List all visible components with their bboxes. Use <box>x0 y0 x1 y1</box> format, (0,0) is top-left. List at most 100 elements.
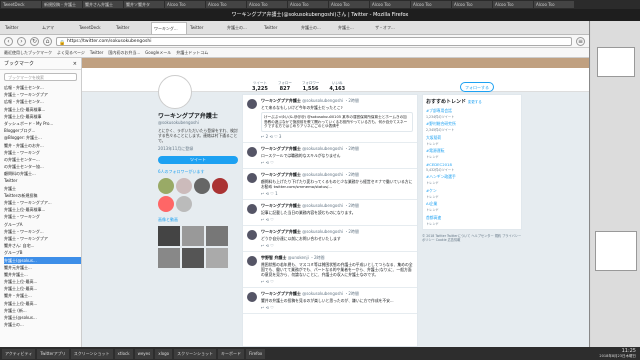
browser-tab[interactable]: ザ・オフ... <box>373 22 409 34</box>
tweet-actions[interactable]: ↩ ⟲ ♡ <box>261 305 413 310</box>
bookmark-item[interactable]: 蟹井・弁護士... <box>4 292 81 299</box>
bookmark-item[interactable]: 弁護士 <box>4 185 81 192</box>
photo-thumbnail[interactable] <box>182 226 204 246</box>
taskbar-item[interactable]: Firefox <box>245 348 266 359</box>
taskbar-item[interactable]: スクリーンショット <box>70 348 113 359</box>
taskbar-item[interactable]: アクティビティ <box>2 348 36 359</box>
browser-tab[interactable]: Twitter <box>114 22 150 34</box>
bookmark-item[interactable]: 弁護士上位-最高... <box>4 278 81 285</box>
taskbar-item[interactable]: Twitterアプリ <box>37 348 69 359</box>
footer-links[interactable]: © 2018 Twitter Twitterについて ヘルプセンター 規約 プラ… <box>422 234 522 242</box>
os-window-tab[interactable]: Alcoo Tso <box>452 1 492 8</box>
os-window-tab[interactable]: Alcoo Tso <box>288 1 328 8</box>
photo-thumbnail[interactable] <box>158 226 180 246</box>
photos-link[interactable]: 画像と動画 <box>158 217 238 223</box>
avatar[interactable] <box>247 146 257 157</box>
bookmark-item[interactable]: 弁護士 (新... <box>4 307 81 314</box>
browser-tab[interactable]: 弁護士... <box>336 22 372 34</box>
bookmark-toolbar-item[interactable]: よく見るページ <box>57 50 85 56</box>
taskbar-item[interactable]: キーボード <box>217 348 244 359</box>
bookmark-item[interactable]: 弁護士上位-最高... <box>4 285 81 292</box>
tweet[interactable]: ワーキングプア弁護士 @sokusokubengoshi ・2時間 どうか自分達に… <box>243 226 417 252</box>
trend-item[interactable]: #ケン トレンド <box>426 188 518 199</box>
bookmark-item[interactable]: 広報・弁護士センタ... <box>4 84 81 91</box>
bookmark-item[interactable]: 弁護士上位-最高検事... <box>4 206 81 213</box>
os-window-tab[interactable]: Alcoo Tso <box>165 1 205 8</box>
bookmark-item[interactable]: 蟹井さん: 自宅... <box>4 242 81 249</box>
profile-stat[interactable]: ツイート 3,225 <box>252 81 268 92</box>
bookmark-item[interactable]: 弁護士の... <box>4 321 81 328</box>
browser-tab[interactable]: Twitter <box>188 22 224 34</box>
profile-stat[interactable]: フォロワー 1,556 <box>302 81 320 92</box>
tweet-actions[interactable]: ↩ ⟲ ♡ <box>261 217 413 222</box>
bookmark-toolbar-item[interactable]: 国内初のお弁当... <box>108 50 140 56</box>
browser-tab[interactable]: ワーキング... <box>151 22 187 34</box>
trend-item[interactable]: AI企業 トレンド <box>426 201 518 212</box>
followers-you-know-link[interactable]: 6人のフォロワーがいます <box>158 169 238 175</box>
url-bar[interactable]: 🔒 https://twitter.com/sokusokubengoshi <box>56 36 572 46</box>
taskbar-item[interactable]: weyes <box>134 348 154 359</box>
os-window-tab[interactable]: Alcoo Tso <box>534 1 574 8</box>
screenshot-window[interactable] <box>595 231 637 271</box>
bookmark-item[interactable]: 弁護士・ワーキングプア <box>4 235 81 242</box>
tweet-to-button[interactable]: ツイート <box>158 156 238 164</box>
bookmark-toolbar-item[interactable]: 弁護士ドットコム <box>176 50 208 56</box>
bookmark-item[interactable]: 弁護士・ワーキングプア <box>4 91 81 98</box>
bookmark-item[interactable]: 蟹井・弁護士のお弁... <box>4 142 81 149</box>
avatar[interactable] <box>247 291 257 302</box>
photo-thumbnail[interactable] <box>182 248 204 268</box>
tweet-handle[interactable]: @unokenji ・2時間 <box>288 255 325 260</box>
tweet-actions[interactable]: ↩ ⟲ ♡ 1 <box>261 191 413 196</box>
reload-button[interactable]: ↻ <box>30 36 39 46</box>
quoted-tweet[interactable]: けーぶぶ<ゆい(&.@@@) @sokusokuu00105 某市の運営保育所保… <box>261 112 413 132</box>
tweet[interactable]: ワーキングプア弁護士 @sokusokubengoshi ・2時間 ロースクールで… <box>243 143 417 169</box>
os-window-tab[interactable]: 新規投稿 - 弁護士 <box>42 1 82 8</box>
bookmark-item[interactable]: 弁護士・ワーキング <box>4 213 81 220</box>
bookmark-item[interactable]: の弁護士センター協... <box>4 163 81 170</box>
bookmark-item[interactable]: 広報・弁護士センタ... <box>4 98 81 105</box>
avatar[interactable] <box>176 196 192 212</box>
os-window-tab[interactable]: Alcoo Tso <box>370 1 410 8</box>
tweet-actions[interactable]: ↩ ⟲ ♡ <box>261 279 413 284</box>
bookmark-toolbar-item[interactable]: 最近使用したブックマーク <box>4 50 52 56</box>
bookmark-item[interactable]: 弁護士上位-最高検事... <box>4 106 81 113</box>
tweet[interactable]: 宇野智 弁護士 @unokenji ・2時間 貧困状態の若年層も、マスコミ等は貧困… <box>243 252 417 288</box>
bookmark-toolbar-item[interactable]: Twitter <box>90 50 103 55</box>
clock[interactable]: 11:25 2018年8月23日木曜日 <box>599 348 640 359</box>
close-icon[interactable]: × <box>73 58 77 70</box>
bookmark-item[interactable]: Bloggerブログ... <box>4 127 81 134</box>
bookmark-item[interactable]: 弁護士(@sokus... <box>4 314 81 321</box>
tweet-handle[interactable]: @sokusokubengoshi ・2時間 <box>302 291 359 296</box>
bookmark-item[interactable]: 弁護士・ワーキングプア... <box>4 199 81 206</box>
bookmark-item[interactable]: 蟹井弁護士... <box>4 271 81 278</box>
bookmark-item[interactable]: グループB <box>4 249 81 256</box>
tweet[interactable]: ワーキングプア弁護士 @sokusokubengoshi ・2時間 記事に記載した… <box>243 200 417 226</box>
trend-item[interactable]: #ブ部専用会話 1,234件のツイート <box>426 108 518 119</box>
bookmark-item[interactable]: Twitterの新規投稿 <box>4 192 81 199</box>
tweet-handle[interactable]: @sokusokubengoshi ・2時間 <box>302 172 359 177</box>
avatar[interactable] <box>158 178 174 194</box>
tweet-actions[interactable]: ↩ ⟲ ♡ <box>261 243 413 248</box>
tweet[interactable]: ワーキングプア弁護士 @sokusokubengoshi ・2時間 とて来るなもし… <box>243 95 417 143</box>
avatar[interactable] <box>212 178 228 194</box>
trend-item[interactable]: #野村総合研究所 2,345件のツイート <box>426 121 518 132</box>
avatar[interactable] <box>247 203 257 214</box>
bookmark-item[interactable]: 顧問料の弁護士... <box>4 170 81 177</box>
bookmark-item[interactable]: 弁護士・ワーキング... <box>4 228 81 235</box>
bookmark-item[interactable]: Twitter <box>4 177 81 184</box>
os-window-tab[interactable]: TweetDeck <box>1 1 41 8</box>
home-button[interactable]: ⌂ <box>43 36 52 46</box>
avatar[interactable] <box>247 229 257 240</box>
taskbar-item[interactable]: xlogo <box>155 348 173 359</box>
taskbar-item[interactable]: スクリーンショット <box>174 348 216 359</box>
trend-item[interactable]: 大坂稲荷 トレンド <box>426 135 518 146</box>
tweet[interactable]: ワーキングプア弁護士 @sokusokubengoshi ・2時間 蟹井の弁護士の… <box>243 288 417 314</box>
back-button[interactable]: ‹ <box>4 36 13 46</box>
photo-thumbnail[interactable] <box>206 248 228 268</box>
bookmark-item[interactable]: 蟹井元弁護士... <box>4 264 81 271</box>
follow-button[interactable]: フォローする <box>460 82 494 92</box>
taskbar-item[interactable]: xtlock <box>114 348 133 359</box>
bookmark-toolbar-item[interactable]: Googleメール <box>145 50 171 56</box>
xeyes-window[interactable] <box>597 47 635 77</box>
bookmark-search-input[interactable]: ブックマークを検索 <box>4 73 77 81</box>
